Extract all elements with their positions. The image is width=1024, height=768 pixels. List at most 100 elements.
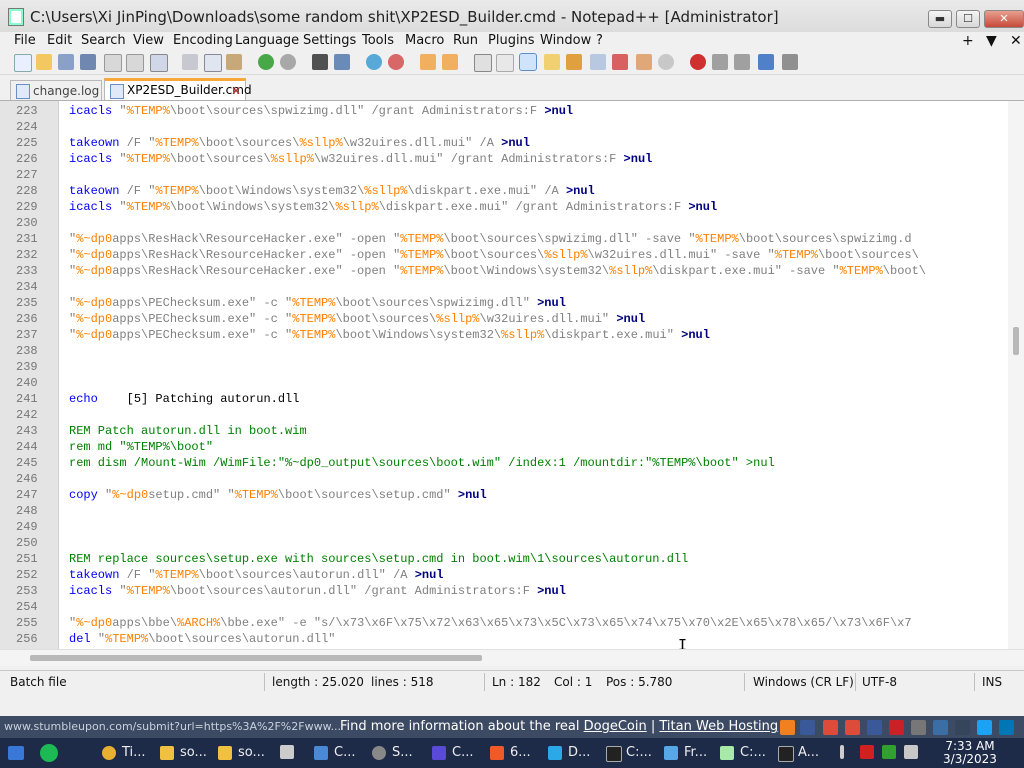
close-file-icon[interactable]	[104, 54, 122, 72]
flag-icon[interactable]	[860, 745, 874, 759]
playback-macro-icon[interactable]	[734, 54, 750, 70]
calculator-icon[interactable]	[280, 745, 294, 759]
code-line[interactable]: 240	[0, 375, 1010, 391]
save-macro-icon[interactable]	[782, 54, 798, 70]
taskbar-cmd-2[interactable]: A...	[778, 743, 819, 763]
code-line[interactable]: 232 "%~dp0apps\ResHack\ResourceHacker.exe…	[0, 247, 1010, 263]
horizontal-scrollbar[interactable]	[0, 649, 1024, 666]
menu-edit[interactable]: Edit	[47, 32, 72, 50]
taskbar-chrome[interactable]: Ti...	[102, 743, 146, 763]
facebook-icon[interactable]	[800, 720, 815, 735]
menu-plugins[interactable]: Plugins	[488, 32, 535, 50]
run-macro-multiple-icon[interactable]	[758, 54, 774, 70]
folder-as-workspace-icon[interactable]	[612, 54, 628, 70]
code-line[interactable]: 223 icacls "%TEMP%\boot\sources\spwizimg.…	[0, 103, 1010, 119]
code-line[interactable]: 236 "%~dp0apps\PEChecksum.exe" -c "%TEMP%…	[0, 311, 1010, 327]
zoom-out-icon[interactable]	[388, 54, 404, 70]
tab-change-log[interactable]: change.log	[10, 80, 102, 100]
code-editor[interactable]: 223 icacls "%TEMP%\boot\sources\spwizimg.…	[0, 101, 1024, 649]
code-line[interactable]: 252 takeown /F "%TEMP%\boot\sources\autor…	[0, 567, 1010, 583]
menu-search[interactable]: Search	[81, 32, 126, 50]
code-line[interactable]: 247 copy "%~dp0setup.cmd" "%TEMP%\boot\so…	[0, 487, 1010, 503]
code-line[interactable]: 238	[0, 343, 1010, 359]
code-line[interactable]: 234	[0, 279, 1010, 295]
taskbar-notepad[interactable]: C:...	[720, 743, 766, 763]
rss-icon[interactable]	[780, 720, 795, 735]
code-line[interactable]: 244 rem md "%TEMP%\boot"	[0, 439, 1010, 455]
taskbar-calculator[interactable]: C...	[314, 743, 355, 763]
code-line[interactable]: 255 "%~dp0apps\bbe\%ARCH%\bbe.exe" -e "s/…	[0, 615, 1010, 631]
undo-icon[interactable]	[258, 54, 274, 70]
twitter-icon[interactable]	[977, 720, 992, 735]
function-list-icon[interactable]	[590, 54, 606, 70]
show-all-characters-icon[interactable]	[496, 54, 514, 72]
tumblr-icon[interactable]	[955, 720, 970, 735]
taskbar-d-app[interactable]: D...	[548, 743, 590, 763]
code-line[interactable]: 237 "%~dp0apps\PEChecksum.exe" -c "%TEMP%…	[0, 327, 1010, 343]
replace-icon[interactable]	[334, 54, 350, 70]
code-line[interactable]: 248	[0, 503, 1010, 519]
monitoring-icon[interactable]	[636, 54, 652, 70]
close-document-icon[interactable]: ✕	[1010, 32, 1022, 50]
find-icon[interactable]	[312, 54, 328, 70]
code-line[interactable]: 243 REM Patch autorun.dll in boot.wim	[0, 423, 1010, 439]
taskbar-z-app[interactable]: C...	[432, 743, 473, 763]
cut-icon[interactable]	[182, 54, 198, 70]
tab-list-dropdown-icon[interactable]: ▼	[986, 32, 997, 50]
volume-icon[interactable]	[904, 745, 918, 759]
paste-icon[interactable]	[226, 54, 242, 70]
menu-language[interactable]: Language	[235, 32, 299, 50]
print-icon[interactable]	[150, 54, 168, 72]
code-line[interactable]: 225 takeown /F "%TEMP%\boot\sources\%sllp…	[0, 135, 1010, 151]
menu-tools[interactable]: Tools	[362, 32, 394, 50]
tab-close-icon[interactable]: ✕	[231, 82, 241, 100]
code-line[interactable]: 227	[0, 167, 1010, 183]
save-all-icon[interactable]	[80, 54, 96, 70]
close-all-icon[interactable]	[126, 54, 144, 72]
menu-view[interactable]: View	[133, 32, 164, 50]
minimize-button[interactable]: ▬	[928, 10, 952, 28]
code-line[interactable]: 226 icacls "%TEMP%\boot\sources\%sllp%\w3…	[0, 151, 1010, 167]
code-line[interactable]: 233 "%~dp0apps\ResHack\ResourceHacker.exe…	[0, 263, 1010, 279]
zoom-in-icon[interactable]	[366, 54, 382, 70]
google-plus-icon[interactable]	[845, 720, 860, 735]
new-tab-plus-icon[interactable]: +	[962, 32, 974, 50]
horizontal-scroll-thumb[interactable]	[30, 655, 482, 661]
code-line[interactable]: 249	[0, 519, 1010, 535]
dogecoin-link[interactable]: DogeCoin	[584, 719, 647, 734]
maximize-button[interactable]: ☐	[956, 10, 980, 28]
code-line[interactable]: 254	[0, 599, 1010, 615]
code-line[interactable]: 228 takeown /F "%TEMP%\boot\Windows\syste…	[0, 183, 1010, 199]
code-line[interactable]: 245 rem dism /Mount-Wim /WimFile:"%~dp0_o…	[0, 455, 1010, 471]
pinterest-icon[interactable]	[889, 720, 904, 735]
record-macro-icon[interactable]	[690, 54, 706, 70]
sync-horizontal-icon[interactable]	[442, 54, 458, 70]
network-icon[interactable]	[882, 745, 896, 759]
close-button[interactable]: ✕	[984, 10, 1024, 28]
copy-icon[interactable]	[204, 54, 222, 72]
code-line[interactable]: 253 icacls "%TEMP%\boot\sources\autorun.d…	[0, 583, 1010, 599]
stop-recording-icon[interactable]	[712, 54, 728, 70]
facebook-share-icon[interactable]	[867, 720, 882, 735]
code-line[interactable]: 230	[0, 215, 1010, 231]
digg-icon[interactable]	[933, 720, 948, 735]
user-defined-language-icon[interactable]	[544, 54, 560, 70]
taskbar-cmd-1[interactable]: C:...	[606, 743, 652, 763]
taskbar-steam[interactable]: S...	[372, 743, 413, 763]
tab-xp2esd-builder[interactable]: XP2ESD_Builder.cmd ✕	[104, 78, 252, 100]
word-wrap-icon[interactable]	[474, 54, 492, 72]
menu-macro[interactable]: Macro	[405, 32, 444, 50]
code-line[interactable]: 241 echo [5] Patching autorun.dll	[0, 391, 1010, 407]
spotify-icon[interactable]	[40, 744, 58, 762]
code-line[interactable]: 239	[0, 359, 1010, 375]
taskbar-brave[interactable]: 6...	[490, 743, 531, 763]
menu-window[interactable]: Window	[540, 32, 591, 50]
code-line[interactable]: 229 icacls "%TEMP%\boot\Windows\system32\…	[0, 199, 1010, 215]
taskbar-fr-app[interactable]: Fr...	[664, 743, 707, 763]
code-line[interactable]: 251 REM replace sources\setup.exe with so…	[0, 551, 1010, 567]
new-file-icon[interactable]	[14, 54, 32, 72]
code-line[interactable]: 246	[0, 471, 1010, 487]
titan-web-hosting-link[interactable]: Titan Web Hosting	[659, 719, 778, 734]
open-folder-icon[interactable]	[36, 54, 52, 70]
vertical-scrollbar[interactable]	[1008, 101, 1024, 649]
